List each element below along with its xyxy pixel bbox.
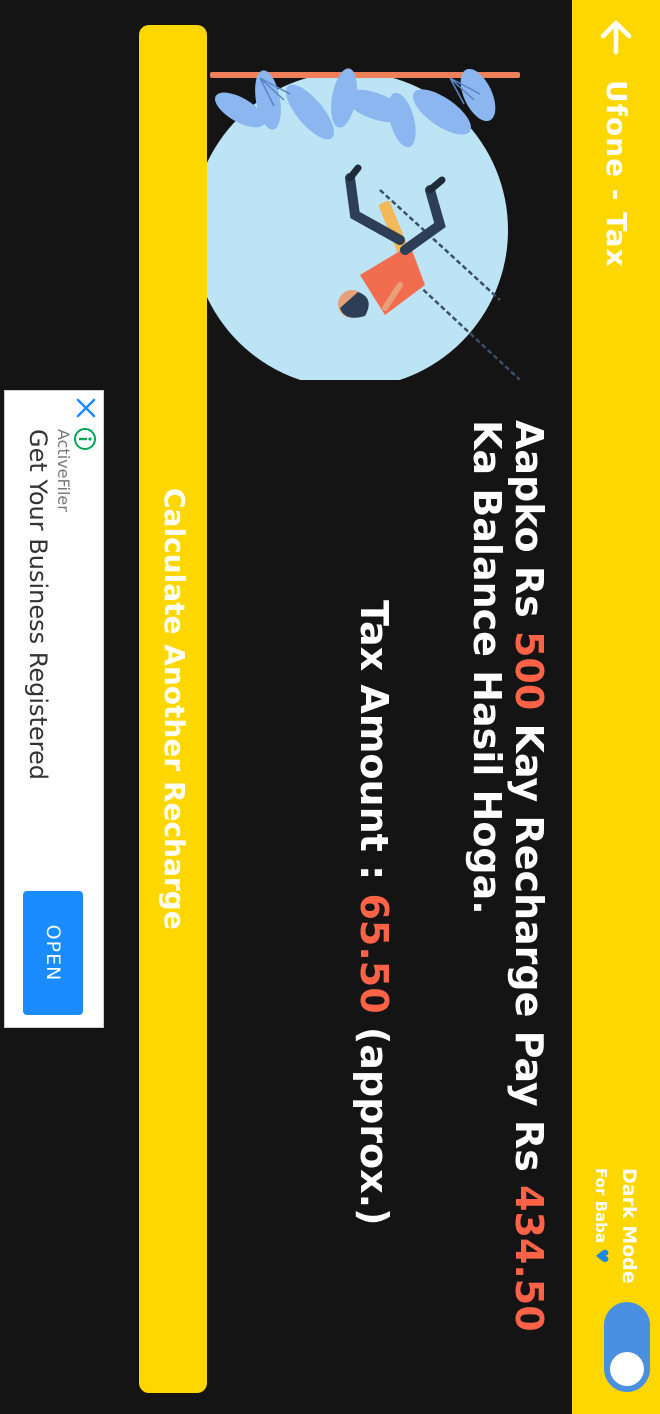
calculate-another-recharge-button[interactable]: Calculate Another Recharge: [139, 25, 207, 1393]
dark-mode-sub-label: For Baba: [592, 1168, 610, 1243]
tax-amount-line: Tax Amount : 65.50 (approx.): [350, 600, 398, 1300]
app-bar: Ufone - Tax Dark Mode For Baba ♥: [572, 0, 660, 1414]
ad-open-button[interactable]: OPEN: [23, 891, 83, 1015]
dark-mode-toggle[interactable]: [604, 1302, 650, 1392]
msg-prefix: Aapko Rs: [507, 420, 551, 631]
msg-suffix: Ka Balance Hasil Hoga.: [465, 420, 509, 915]
app-screen: Ufone - Tax Dark Mode For Baba ♥ Aapko R…: [0, 0, 660, 1414]
tax-amount-value: 65.50: [352, 893, 396, 1014]
toggle-knob: [610, 1352, 644, 1386]
recharge-amount: 500: [507, 630, 551, 711]
back-arrow-icon[interactable]: [592, 14, 640, 62]
recalculate-label: Calculate Another Recharge: [158, 488, 191, 930]
recharge-result-message: Aapko Rs 500 Kay Recharge Pay Rs 434.50 …: [465, 420, 551, 1380]
tax-suffix: (approx.): [352, 1013, 396, 1226]
close-icon[interactable]: [75, 397, 97, 419]
balance-amount: 434.50: [507, 1185, 551, 1332]
msg-middle: Kay Recharge Pay Rs: [507, 710, 551, 1186]
ad-banner[interactable]: ActiveFiler Get Your Business Registered…: [4, 390, 104, 1028]
tax-label: Tax Amount :: [352, 600, 396, 894]
dark-mode-caption: For Baba ♥: [591, 1168, 611, 1264]
ad-sponsor: ActiveFiler: [54, 429, 73, 512]
heart-icon: ♥: [591, 1248, 611, 1264]
ad-headline: Get Your Business Registered: [24, 429, 52, 781]
dark-mode-label: Dark Mode: [618, 1168, 640, 1284]
info-icon[interactable]: [73, 427, 97, 451]
app-title: Ufone - Tax: [600, 80, 633, 268]
